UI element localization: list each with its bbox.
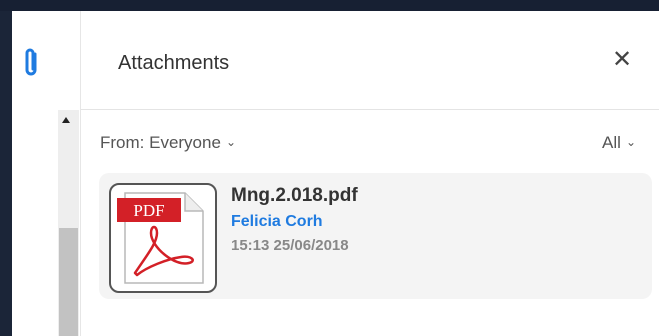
chevron-down-icon: ⌄ bbox=[225, 135, 236, 149]
left-rail bbox=[0, 11, 12, 336]
sender-link[interactable]: Felicia Corh bbox=[231, 213, 323, 231]
paperclip-icon[interactable] bbox=[22, 46, 40, 80]
attachment-item[interactable]: PDF Mng.2.018.pdf Felicia Corh 15:13 25/… bbox=[99, 173, 652, 299]
type-filter-dropdown[interactable]: All ⌄ bbox=[602, 133, 636, 153]
top-bar bbox=[0, 0, 659, 11]
scroll-up-arrow[interactable] bbox=[62, 117, 70, 123]
pdf-file-icon[interactable]: PDF bbox=[109, 183, 217, 293]
panel-header: Attachments ✕ bbox=[81, 11, 659, 110]
chevron-down-icon: ⌄ bbox=[625, 135, 636, 149]
file-name[interactable]: Mng.2.018.pdf bbox=[231, 185, 358, 207]
close-icon[interactable]: ✕ bbox=[609, 47, 635, 73]
from-filter-label: From: Everyone bbox=[100, 133, 221, 152]
from-filter-dropdown[interactable]: From: Everyone ⌄ bbox=[100, 133, 236, 153]
scrollbar-thumb[interactable] bbox=[59, 228, 78, 336]
timestamp: 15:13 25/06/2018 bbox=[231, 237, 349, 254]
type-filter-label: All bbox=[602, 133, 621, 152]
panel-title: Attachments bbox=[118, 52, 230, 74]
attachments-panel: Attachments ✕ From: Everyone ⌄ All ⌄ PDF M… bbox=[80, 11, 659, 336]
pdf-label: PDF bbox=[133, 201, 164, 220]
